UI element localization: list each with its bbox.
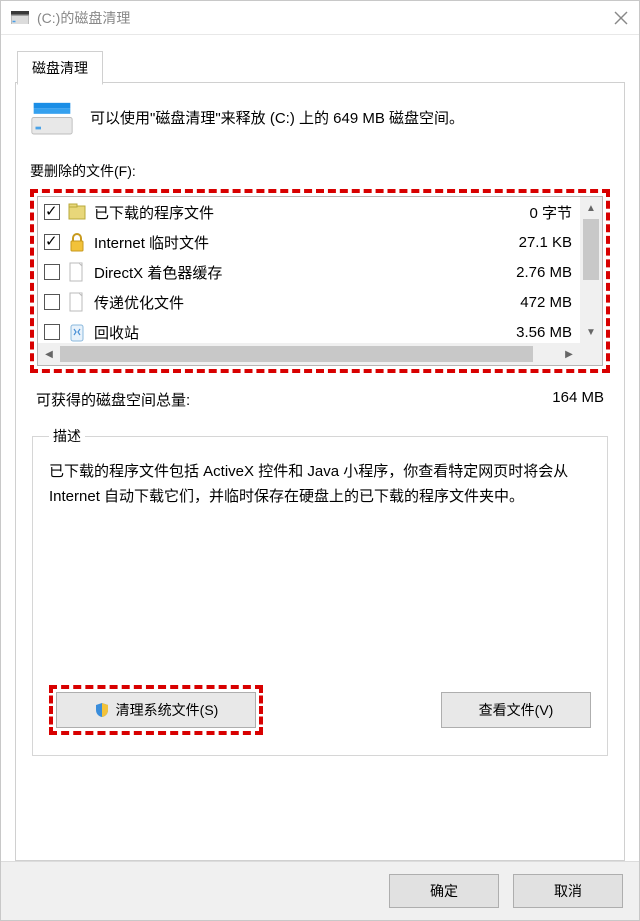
dialog-footer: 确定 取消	[1, 861, 639, 920]
item-size: 0 字节	[529, 202, 572, 223]
scroll-track[interactable]	[580, 219, 602, 321]
clean-system-highlight: 清理系统文件(S)	[49, 685, 263, 735]
item-name: Internet 临时文件	[94, 232, 511, 253]
scroll-thumb[interactable]	[583, 219, 599, 280]
scroll-left-icon[interactable]: ◀	[38, 343, 60, 365]
checkbox[interactable]	[44, 204, 60, 220]
scroll-up-icon[interactable]: ▲	[580, 197, 602, 219]
view-files-label: 查看文件(V)	[479, 700, 554, 720]
item-name: DirectX 着色器缓存	[94, 262, 508, 283]
list-item[interactable]: DirectX 着色器缓存 2.76 MB	[38, 257, 580, 287]
item-name: 回收站	[94, 322, 508, 343]
item-size: 3.56 MB	[516, 324, 572, 341]
description-buttons: 清理系统文件(S) 查看文件(V)	[49, 685, 591, 735]
tab-baseline	[15, 82, 625, 83]
item-name: 传递优化文件	[94, 292, 512, 313]
list-item[interactable]: 传递优化文件 472 MB	[38, 287, 580, 317]
file-icon	[68, 261, 86, 283]
file-list-viewport: 已下载的程序文件 0 字节 Internet 临时文件 27.1 KB	[38, 197, 580, 343]
horizontal-scrollbar[interactable]: ◀ ▶	[38, 343, 580, 365]
scroll-down-icon[interactable]: ▼	[580, 321, 602, 343]
file-list-highlight: 已下载的程序文件 0 字节 Internet 临时文件 27.1 KB	[30, 189, 610, 373]
list-item[interactable]: 回收站 3.56 MB	[38, 317, 580, 343]
scroll-right-icon[interactable]: ▶	[558, 343, 580, 365]
total-space-row: 可获得的磁盘空间总量: 164 MB	[36, 389, 604, 410]
item-size: 27.1 KB	[519, 234, 572, 251]
item-size: 472 MB	[520, 294, 572, 311]
view-files-button[interactable]: 查看文件(V)	[441, 692, 591, 728]
shield-icon	[94, 702, 110, 718]
list-item[interactable]: 已下载的程序文件 0 字节	[38, 197, 580, 227]
total-space-label: 可获得的磁盘空间总量:	[36, 389, 190, 410]
scroll-track[interactable]	[60, 343, 558, 365]
folder-icon	[68, 201, 86, 223]
clean-system-files-button[interactable]: 清理系统文件(S)	[56, 692, 256, 728]
scroll-corner	[580, 343, 602, 365]
intro-row: 可以使用"磁盘清理"来释放 (C:) 上的 649 MB 磁盘空间。	[30, 101, 610, 137]
checkbox[interactable]	[44, 294, 60, 310]
description-legend: 描述	[49, 426, 85, 446]
drive-small-icon	[11, 11, 29, 25]
drive-icon	[30, 101, 74, 137]
item-name: 已下载的程序文件	[94, 202, 521, 223]
description-text: 已下载的程序文件包括 ActiveX 控件和 Java 小程序，你查看特定网页时…	[49, 460, 591, 510]
checkbox[interactable]	[44, 264, 60, 280]
ok-button[interactable]: 确定	[389, 874, 499, 908]
cancel-button[interactable]: 取消	[513, 874, 623, 908]
disk-cleanup-window: (C:)的磁盘清理 磁盘清理 可以使用"磁盘清理"来释放 (C:) 上的 6	[0, 0, 640, 921]
item-size: 2.76 MB	[516, 264, 572, 281]
files-to-delete-label: 要删除的文件(F):	[30, 161, 610, 181]
titlebar: (C:)的磁盘清理	[1, 1, 639, 35]
total-space-value: 164 MB	[552, 389, 604, 410]
file-list[interactable]: 已下载的程序文件 0 字节 Internet 临时文件 27.1 KB	[37, 196, 603, 366]
description-group: 描述 已下载的程序文件包括 ActiveX 控件和 Java 小程序，你查看特定…	[32, 426, 608, 756]
tab-strip: 磁盘清理	[15, 51, 625, 83]
checkbox[interactable]	[44, 324, 60, 340]
tab-page: 可以使用"磁盘清理"来释放 (C:) 上的 649 MB 磁盘空间。 要删除的文…	[15, 83, 625, 861]
list-item[interactable]: Internet 临时文件 27.1 KB	[38, 227, 580, 257]
dialog-content: 磁盘清理 可以使用"磁盘清理"来释放 (C:) 上的 649 MB 磁盘空间。 …	[1, 35, 639, 861]
scroll-thumb[interactable]	[60, 346, 533, 362]
checkbox[interactable]	[44, 234, 60, 250]
window-title: (C:)的磁盘清理	[37, 8, 613, 28]
lock-icon	[68, 231, 86, 253]
tab-disk-cleanup[interactable]: 磁盘清理	[17, 51, 103, 85]
file-icon	[68, 291, 86, 313]
close-icon[interactable]	[613, 10, 629, 26]
recycle-bin-icon	[68, 321, 86, 343]
vertical-scrollbar[interactable]: ▲ ▼	[580, 197, 602, 343]
intro-text: 可以使用"磁盘清理"来释放 (C:) 上的 649 MB 磁盘空间。	[90, 108, 464, 131]
clean-system-files-label: 清理系统文件(S)	[116, 700, 219, 720]
